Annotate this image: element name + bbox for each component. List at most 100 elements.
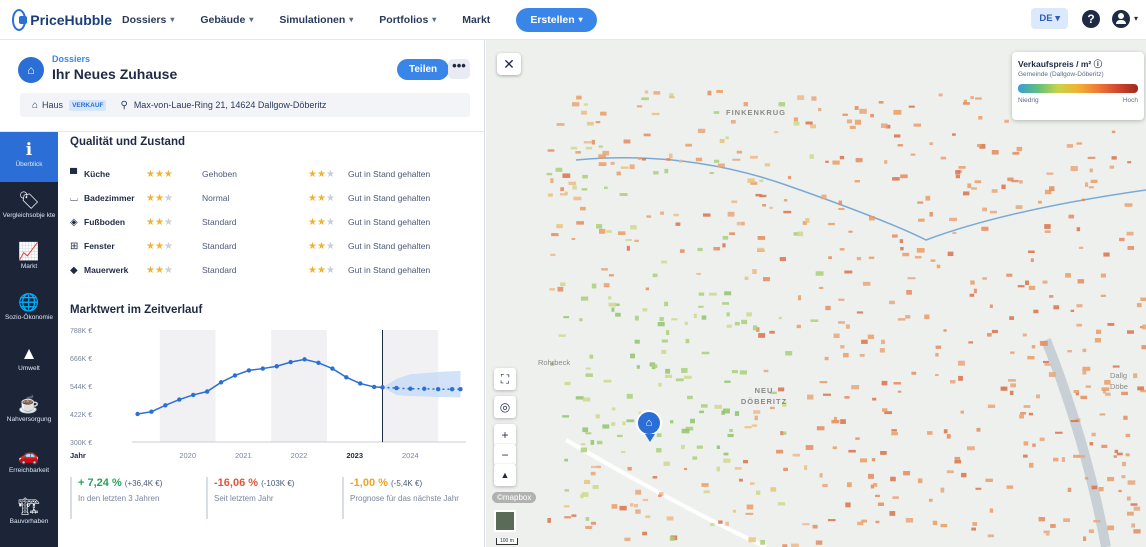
building — [936, 264, 941, 269]
building — [755, 193, 762, 197]
user-menu[interactable]: ▾ — [1111, 9, 1138, 28]
satellite-toggle[interactable] — [494, 510, 516, 532]
locate-icon[interactable]: ◎ — [494, 396, 516, 418]
create-button[interactable]: Erstellen ▾ — [516, 7, 597, 32]
pricehubble-logo[interactable]: PriceHubble — [12, 8, 112, 31]
building — [859, 353, 865, 357]
building — [955, 174, 960, 179]
share-button[interactable]: Teilen — [397, 59, 450, 80]
building — [861, 519, 868, 523]
building — [827, 519, 836, 522]
quality-rating-stars: ★★★ — [146, 216, 173, 228]
building — [911, 371, 917, 375]
building — [585, 525, 593, 529]
nav-portfolios[interactable]: Portfolios ▾ — [379, 14, 436, 26]
sidebar-item-7[interactable]: 🏗 Bauvorhaben — [0, 489, 58, 539]
window-icon: ⊞ — [70, 240, 79, 252]
property-location-marker[interactable]: ⌂ — [636, 410, 662, 442]
building — [783, 199, 788, 202]
building — [562, 415, 569, 418]
building — [844, 396, 850, 399]
building — [1082, 348, 1087, 353]
building — [750, 482, 755, 485]
building — [734, 321, 740, 326]
building — [823, 393, 831, 396]
building — [666, 330, 670, 335]
quality-row: ◆ Mauerwerk ★★★ Standard ★★★ Gut in Stand geh… — [70, 262, 480, 278]
building — [582, 174, 588, 179]
metrics-row: + 7,24 % (+36,4K €) In den letzten 3 Jahr… — [70, 477, 470, 537]
building — [762, 277, 770, 282]
building — [1038, 200, 1042, 204]
metric-subtitle: In den letzten 3 Jahren — [78, 494, 160, 503]
building — [943, 329, 947, 332]
building — [770, 406, 775, 410]
building — [954, 456, 961, 460]
building — [868, 215, 875, 221]
map-view[interactable]: FINKENKRUG NEU DÖBERITZ Rohrbeck Dallg D… — [486, 40, 1146, 547]
nav-markt[interactable]: Markt — [462, 14, 490, 26]
building — [1053, 305, 1060, 310]
sidebar-item-1[interactable]: 🏷 Vergleichsobje kte — [0, 183, 58, 233]
building — [976, 143, 982, 148]
x-tick-label: 2023 — [346, 451, 363, 460]
market-value-chart[interactable]: 788K € 666K € 544K € 422K € 300K € Jahr 2020 20… — [66, 322, 476, 462]
building — [580, 296, 589, 301]
zoom-in-button[interactable]: + — [494, 424, 516, 446]
building — [697, 128, 706, 133]
mapbox-attribution[interactable]: ©mapbox — [492, 492, 537, 503]
building — [1111, 156, 1117, 160]
building — [975, 97, 982, 100]
building — [778, 102, 786, 107]
forecast-point — [449, 387, 455, 392]
building — [707, 90, 712, 96]
breadcrumb[interactable]: Dossiers — [52, 54, 90, 64]
legend-subtitle: Gemeinde (Dallgow-Döberitz) — [1018, 71, 1104, 78]
river-line — [575, 157, 1146, 241]
building — [757, 247, 765, 252]
quality-row: ◈ Fußboden ★★★ Standard ★★★ Gut in Stand geha… — [70, 214, 480, 230]
language-select[interactable]: DE ▾ — [1031, 8, 1068, 29]
building — [1023, 441, 1029, 446]
info-icon[interactable]: ⓘ — [1094, 59, 1103, 69]
building — [1070, 420, 1079, 423]
close-map-button[interactable]: ✕ — [497, 53, 521, 75]
building — [805, 218, 810, 223]
sidebar-item-2[interactable]: 📈 Markt — [0, 234, 58, 284]
building — [596, 224, 603, 229]
building — [1031, 345, 1036, 349]
sidebar-item-4[interactable]: ▲ Umwelt — [0, 336, 58, 386]
building — [1023, 454, 1028, 458]
building — [643, 133, 651, 137]
sidebar-item-3[interactable]: 🌐 Sozio-Ökonomie — [0, 285, 58, 335]
building — [666, 516, 674, 521]
globe-icon: 🌐 — [18, 293, 40, 312]
building — [1122, 461, 1127, 467]
building — [819, 381, 828, 384]
sidebar-item-6[interactable]: 🚗 Erreichbarkeit — [0, 438, 58, 488]
nav-gebaeude[interactable]: Gebäude ▾ — [200, 14, 253, 26]
building — [932, 520, 938, 526]
fullscreen-icon[interactable]: ⛶ — [494, 368, 516, 390]
building — [1085, 385, 1091, 388]
nav-dossiers[interactable]: Dossiers ▾ — [122, 14, 174, 26]
building — [683, 375, 692, 379]
sidebar-item-0[interactable]: ℹ Überblick — [0, 132, 58, 182]
more-options-button[interactable]: ••• — [448, 59, 470, 79]
building — [838, 298, 845, 301]
building — [626, 393, 633, 399]
compass-icon[interactable]: ▲ — [494, 464, 516, 486]
building — [1091, 485, 1098, 490]
zoom-out-button[interactable]: − — [494, 444, 516, 466]
nav-simulationen[interactable]: Simulationen ▾ — [279, 14, 353, 26]
building — [825, 160, 829, 163]
help-icon[interactable]: ? — [1081, 9, 1100, 28]
building — [695, 157, 703, 162]
building — [842, 113, 848, 116]
building — [927, 431, 933, 435]
building — [664, 374, 673, 378]
building — [991, 329, 998, 334]
building — [947, 251, 954, 257]
sidebar-item-label: Nahversorgung — [6, 416, 52, 423]
sidebar-item-5[interactable]: ☕ Nahversorgung — [0, 387, 58, 437]
